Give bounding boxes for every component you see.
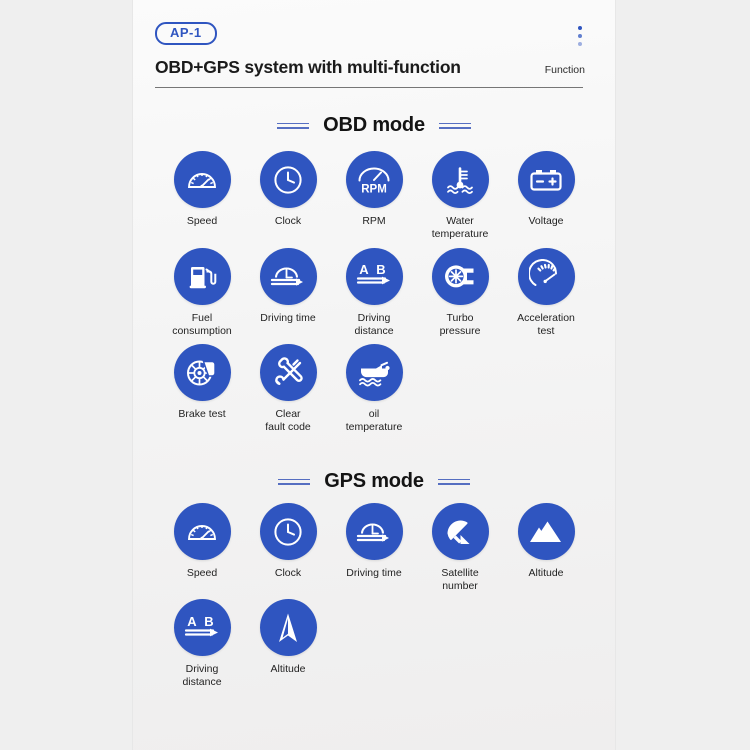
feature-item-speed[interactable]: Speed [159,151,245,241]
oil-can-icon [345,343,403,401]
feature-label: Clock [274,567,302,580]
card-header: AP-1 OBD+GPS system with multi-function … [133,0,615,78]
feature-item-brake-test[interactable]: Brake test [159,343,245,434]
turbocharger-icon [431,247,489,305]
svg-text:RPM: RPM [361,183,387,195]
a-to-b-arrow-icon: A B [345,247,403,305]
decor-lines-left-obd [277,122,310,129]
feature-label: RPM [362,215,386,228]
feature-item-altitude[interactable]: Altitude [503,503,589,593]
driving-time-icon [345,503,403,561]
kebab-menu-icon[interactable] [578,26,582,46]
kebab-dot-1 [578,26,582,30]
svg-text:A: A [359,262,369,277]
feature-item-rpm[interactable]: RPM RPM [331,151,417,241]
svg-text:A: A [187,614,197,629]
feature-grid-obd: Speed Clock RPM RPM Water temperature Vo… [133,151,615,440]
decor-lines-left-gps [278,478,311,485]
feature-item-acceleration-test[interactable]: Acceleration test [503,247,589,338]
svg-text:B: B [204,614,213,629]
feature-label: Driving distance [182,663,222,689]
feature-label: Altitude [528,567,564,580]
grid-spacer [417,344,503,440]
feature-item-speed[interactable]: Speed [159,503,245,593]
brake-disc-icon [173,343,231,401]
navigation-arrow-icon [259,599,317,657]
decor-lines-right-gps [437,478,470,485]
a-to-b-arrow-icon: A B [173,599,231,657]
section-header-gps: GPS mode [133,470,615,493]
feature-item-fuel-consumption[interactable]: Fuel consumption [159,247,245,338]
grid-spacer [503,599,589,695]
feature-label: oil temperature [345,407,403,433]
feature-label: Voltage [528,215,564,228]
feature-item-water-temperature[interactable]: Water temperature [417,151,503,241]
speedometer-icon [173,503,231,561]
grid-spacer [331,599,417,695]
feature-label: Driving distance [354,311,394,337]
rpm-gauge-icon: RPM [345,151,403,209]
kebab-dot-3 [578,42,582,46]
feature-item-clock[interactable]: Clock [245,503,331,593]
feature-label: Brake test [178,407,226,420]
satellite-dish-icon [431,503,489,561]
wrench-spanner-icon [259,343,317,401]
feature-item-driving-distance[interactable]: A B Driving distance [331,247,417,338]
feature-item-clock[interactable]: Clock [245,151,331,241]
page-title: OBD+GPS system with multi-function [155,57,461,78]
feature-item-altitude[interactable]: Altitude [245,599,331,689]
fuel-pump-icon [173,247,231,305]
driving-time-icon [259,247,317,305]
section-title-obd: OBD mode [323,114,425,137]
feature-item-driving-time[interactable]: Driving time [331,503,417,593]
svg-text:B: B [376,262,385,277]
grid-spacer [417,599,503,695]
feature-label: Clock [274,215,302,228]
product-card: AP-1 OBD+GPS system with multi-function … [133,0,615,750]
clock-icon [259,503,317,561]
decor-lines-right-obd [438,122,471,129]
feature-label: Clear fault code [265,407,311,433]
feature-item-turbo-pressure[interactable]: Turbo pressure [417,247,503,338]
product-feature-page: AP-1 OBD+GPS system with multi-function … [0,0,750,750]
feature-item-driving-time[interactable]: Driving time [245,247,331,338]
section-title-gps: GPS mode [324,470,424,493]
feature-item-satellite-number[interactable]: Satellite number [417,503,503,593]
feature-label: Altitude [270,663,306,676]
clock-icon [259,151,317,209]
feature-grid-gps: Speed Clock Driving time Satellite number… [133,503,615,696]
function-label: Function [544,64,585,77]
feature-item-oil-temperature[interactable]: oil temperature [331,343,417,434]
battery-icon [517,151,575,209]
model-badge: AP-1 [155,22,217,46]
feature-label: Fuel consumption [172,311,232,337]
kebab-dot-2 [578,34,582,38]
feature-item-driving-distance[interactable]: A B Driving distance [159,599,245,689]
acceleration-gauge-icon [517,247,575,305]
feature-label: Satellite number [441,567,479,593]
water-temperature-icon [431,151,489,209]
feature-label: Speed [186,567,218,580]
feature-item-voltage[interactable]: Voltage [503,151,589,241]
feature-label: Turbo pressure [439,311,481,337]
mountains-icon [517,503,575,561]
feature-label: Driving time [346,567,402,580]
speedometer-icon [173,151,231,209]
feature-label: Acceleration test [517,311,575,337]
section-header-obd: OBD mode [133,114,615,137]
grid-spacer [503,344,589,440]
feature-label: Speed [186,215,218,228]
feature-label: Water temperature [431,215,489,241]
feature-label: Driving time [260,311,316,324]
header-divider [155,87,583,89]
title-row: OBD+GPS system with multi-function Funct… [155,57,585,78]
feature-item-clear-fault-code[interactable]: Clear fault code [245,343,331,434]
